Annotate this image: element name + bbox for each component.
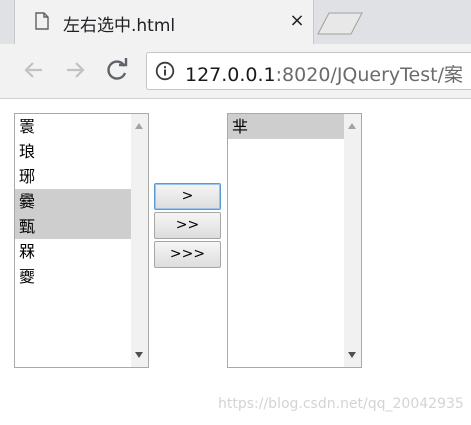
right-select-list[interactable]: 芈	[227, 113, 362, 368]
left-option[interactable]: 槑	[15, 239, 131, 264]
scroll-up-arrow-icon[interactable]	[348, 123, 356, 129]
url-text: 127.0.0.1:8020/JQueryTest/案	[185, 60, 463, 87]
url-host: 127.0.0.1	[185, 64, 276, 86]
left-option[interactable]: 夒	[15, 264, 131, 289]
url-path: :8020/JQueryTest/案	[275, 64, 463, 86]
right-option[interactable]: 芈	[228, 114, 344, 139]
reload-icon[interactable]	[103, 56, 131, 84]
browser-toolbar: 127.0.0.1:8020/JQueryTest/案	[0, 44, 471, 99]
left-list-scrollbar[interactable]	[131, 114, 148, 367]
back-arrow-icon[interactable]	[20, 56, 48, 84]
left-option[interactable]: 琊	[15, 164, 131, 189]
move-all-button[interactable]: >>	[154, 212, 221, 239]
close-tab-button[interactable]: ×	[285, 9, 309, 33]
right-list-items: 芈	[228, 114, 344, 139]
new-tab-button[interactable]	[316, 11, 364, 35]
scroll-down-arrow-icon[interactable]	[135, 352, 143, 358]
left-list-items: 瞏琅琊爨甄槑夒	[15, 114, 131, 289]
tab-title: 左右选中.html	[63, 16, 176, 36]
scroll-up-arrow-icon[interactable]	[135, 123, 143, 129]
move-selected-button[interactable]: >	[154, 183, 221, 210]
left-option[interactable]: 瞏	[15, 114, 131, 139]
left-option[interactable]: 甄	[15, 214, 131, 239]
address-bar[interactable]: 127.0.0.1:8020/JQueryTest/案	[146, 52, 471, 90]
left-option[interactable]: 爨	[15, 189, 131, 214]
left-option[interactable]: 琅	[15, 139, 131, 164]
left-select-list[interactable]: 瞏琅琊爨甄槑夒	[14, 113, 149, 368]
watermark: https://blog.csdn.net/qq_20042935	[218, 396, 464, 412]
tab-strip: 左右选中.html ×	[0, 0, 471, 44]
scroll-down-arrow-icon[interactable]	[348, 352, 356, 358]
info-icon[interactable]	[155, 61, 175, 81]
forward-arrow-icon[interactable]	[61, 56, 89, 84]
right-list-scrollbar[interactable]	[344, 114, 361, 367]
browser-tab[interactable]: 左右选中.html ×	[14, 0, 314, 44]
move-third-button[interactable]: >>>	[154, 241, 221, 268]
document-icon	[35, 12, 49, 30]
